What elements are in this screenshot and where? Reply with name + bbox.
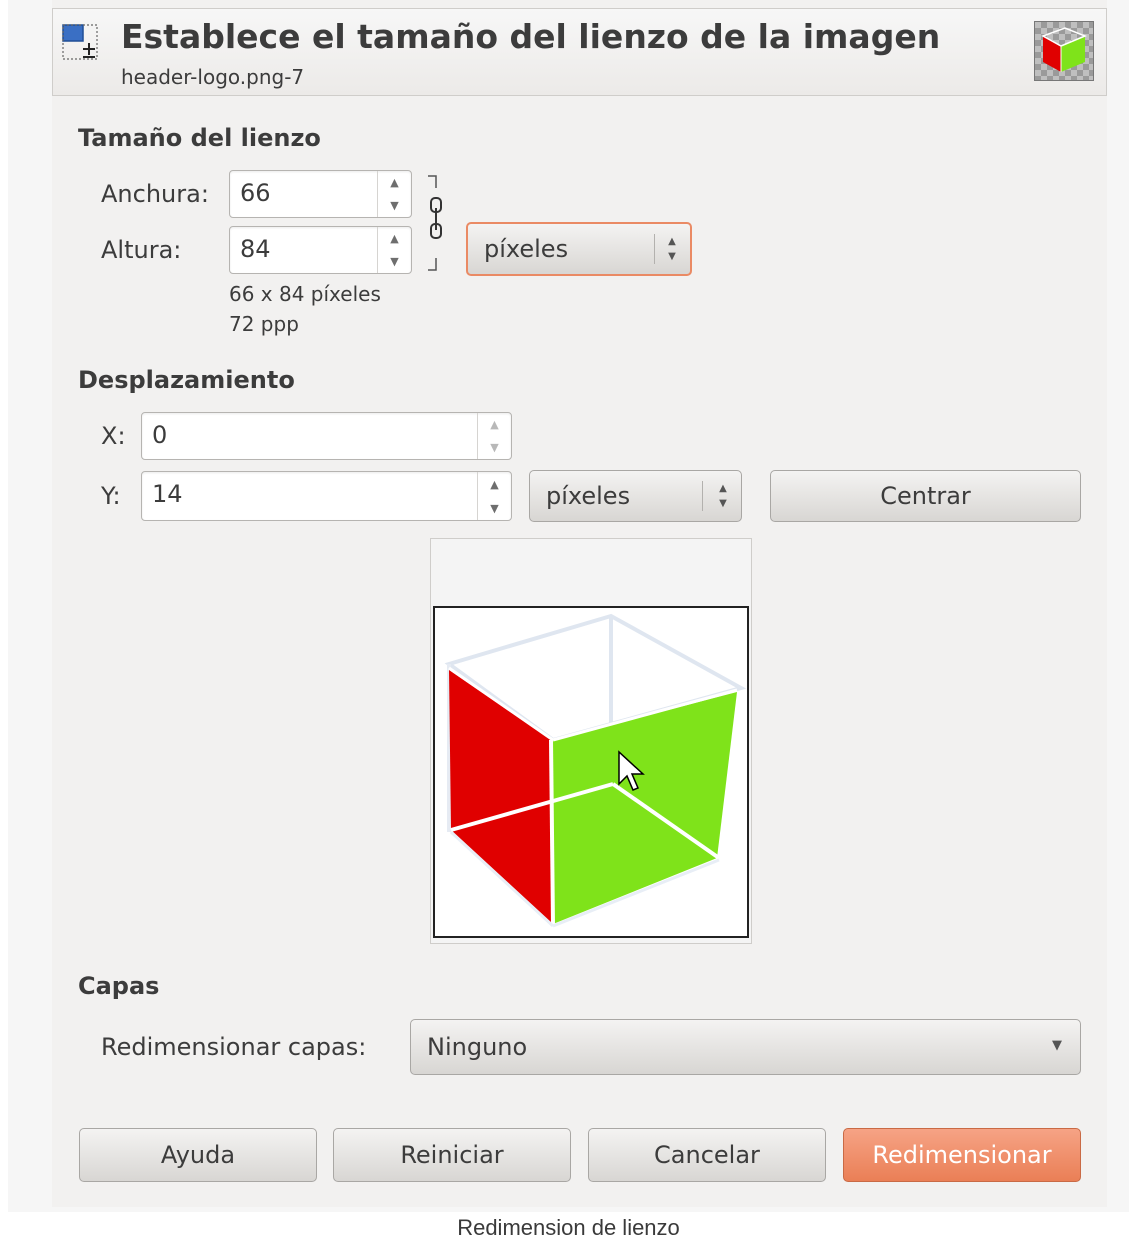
spin-down-icon[interactable]: ▼: [478, 436, 511, 459]
height-spin-arrows[interactable]: ▲ ▼: [377, 227, 411, 273]
offset-unit-value: píxeles: [546, 482, 631, 510]
width-label: Anchura:: [101, 180, 209, 208]
height-label: Altura:: [101, 236, 182, 264]
canvas-size-title: Tamaño del lienzo: [78, 124, 321, 152]
reset-button[interactable]: Reiniciar: [333, 1128, 571, 1182]
spin-down-icon[interactable]: ▼: [378, 194, 411, 217]
dialog-title: Establece el tamaño del lienzo de la ima…: [121, 17, 941, 56]
size-info: 66 x 84 píxeles: [229, 282, 381, 306]
height-spinbox[interactable]: 84 ▲ ▼: [229, 226, 412, 274]
width-spinbox[interactable]: 66 ▲ ▼: [229, 170, 412, 218]
dropdown-arrow-icon: ▼: [1052, 1038, 1062, 1053]
figure-caption: Redimension de lienzo: [457, 1215, 680, 1240]
spin-up-icon[interactable]: ▲: [478, 413, 511, 436]
spin-down-icon[interactable]: ▼: [478, 496, 511, 520]
image-name: header-logo.png-7: [121, 65, 305, 89]
y-offset-value: 14: [152, 480, 183, 508]
spin-up-icon[interactable]: ▲: [378, 171, 411, 194]
cancel-button[interactable]: Cancelar: [588, 1128, 826, 1182]
offset-unit-select[interactable]: píxeles ▲ ▼: [529, 470, 742, 522]
canvas-unit-select[interactable]: píxeles ▲ ▼: [466, 222, 692, 276]
image-thumbnail: [1034, 21, 1094, 81]
x-offset-spinbox[interactable]: 0 ▲ ▼: [141, 412, 512, 460]
spin-up-icon[interactable]: ▲: [478, 472, 511, 496]
up-down-arrows-icon: ▲ ▼: [719, 483, 727, 509]
width-spin-arrows[interactable]: ▲ ▼: [377, 171, 411, 217]
y-offset-spinbox[interactable]: 14 ▲ ▼: [141, 471, 512, 521]
resize-button[interactable]: Redimensionar: [843, 1128, 1081, 1182]
canvas-unit-value: píxeles: [484, 235, 569, 263]
up-down-arrows-icon: ▲ ▼: [668, 236, 676, 262]
combo-separator: [702, 481, 703, 511]
resize-layers-select[interactable]: Ninguno ▼: [410, 1019, 1081, 1075]
y-spin-arrows[interactable]: ▲ ▼: [477, 472, 511, 520]
center-button[interactable]: Centrar: [770, 470, 1081, 522]
x-offset-value: 0: [152, 421, 168, 449]
help-button[interactable]: Ayuda: [79, 1128, 317, 1182]
height-value: 84: [240, 235, 271, 263]
spin-down-icon[interactable]: ▼: [378, 250, 411, 273]
chain-link-icon[interactable]: [424, 172, 446, 274]
x-label: X:: [101, 422, 126, 450]
spin-up-icon[interactable]: ▲: [378, 227, 411, 250]
combo-separator: [654, 234, 655, 264]
dialog-header: Establece el tamaño del lienzo de la ima…: [52, 8, 1107, 96]
x-spin-arrows[interactable]: ▲ ▼: [477, 413, 511, 459]
canvas-size-icon: [62, 24, 98, 60]
y-label: Y:: [101, 482, 121, 510]
offset-title: Desplazamiento: [78, 366, 295, 394]
layers-title: Capas: [78, 972, 160, 1000]
width-value: 66: [240, 179, 271, 207]
preview-image[interactable]: [433, 606, 749, 938]
cube-preview-graphic: [444, 613, 747, 928]
cube-thumbnail-icon: [1041, 27, 1087, 72]
resolution-info: 72 ppp: [229, 312, 299, 336]
resize-layers-value: Ninguno: [427, 1033, 528, 1061]
resize-layers-label: Redimensionar capas:: [101, 1033, 367, 1061]
